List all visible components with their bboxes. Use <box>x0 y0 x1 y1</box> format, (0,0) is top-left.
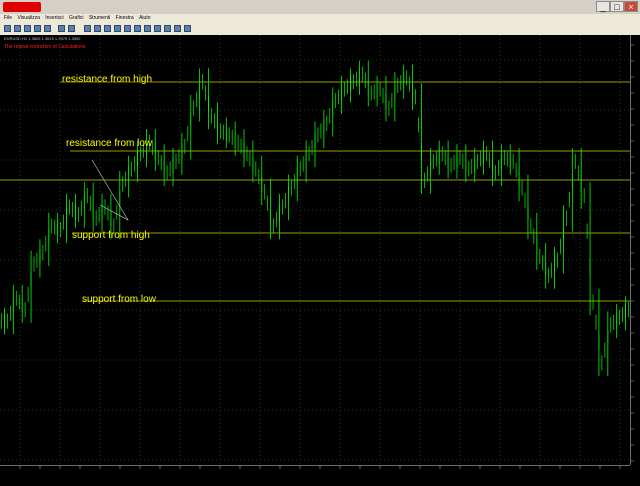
menu-tools[interactable]: Strumenti <box>89 15 110 21</box>
window-titlebar: _ □ × <box>0 0 640 15</box>
chart-shift-icon[interactable] <box>154 25 161 32</box>
candlesticks-icon[interactable] <box>94 25 101 32</box>
time-axis <box>0 465 630 481</box>
menu-help[interactable]: Aiuto <box>139 15 150 21</box>
tile-windows-icon[interactable] <box>134 25 141 32</box>
menu-bar: File Visualizza Inserisci Grafici Strume… <box>0 14 640 22</box>
menu-window[interactable]: Finestra <box>116 15 134 21</box>
price-chart[interactable]: EURUSD,H1 1.3605 1.3619 1.3575 1.3592 Th… <box>0 35 630 465</box>
autoscroll-icon[interactable] <box>144 25 151 32</box>
line-chart-icon[interactable] <box>104 25 111 32</box>
menu-insert[interactable]: Inserisci <box>45 15 63 21</box>
label-support-from-low: support from low <box>82 294 156 305</box>
label-resistance-from-high: resistance from high <box>62 74 153 85</box>
zoom-in-icon[interactable] <box>114 25 121 32</box>
menu-view[interactable]: Visualizza <box>17 15 39 21</box>
menu-file[interactable]: File <box>4 15 12 21</box>
price-axis-ticks <box>631 44 634 462</box>
menu-charts[interactable]: Grafici <box>69 15 83 21</box>
label-support-from-high: support from high <box>72 230 150 241</box>
minimize-button[interactable]: _ <box>596 1 610 12</box>
periods-icon[interactable] <box>174 25 181 32</box>
indicators-icon[interactable] <box>164 25 171 32</box>
new-chart-icon[interactable] <box>4 25 11 32</box>
label-resistance-from-low: resistance from low <box>66 138 153 149</box>
profiles-icon[interactable] <box>14 25 21 32</box>
expert-advisors-icon[interactable] <box>68 25 75 32</box>
new-order-icon[interactable] <box>58 25 65 32</box>
market-watch-icon[interactable] <box>24 25 31 32</box>
bar-chart-icon[interactable] <box>84 25 91 32</box>
toolbar <box>0 22 640 36</box>
templates-icon[interactable] <box>184 25 191 32</box>
time-axis-ticks <box>19 466 621 469</box>
window-title-redacted <box>3 2 41 12</box>
maximize-button[interactable]: □ <box>610 1 624 12</box>
zoom-out-icon[interactable] <box>124 25 131 32</box>
navigator-icon[interactable] <box>34 25 41 32</box>
close-button[interactable]: × <box>624 1 638 12</box>
price-axis <box>630 35 640 465</box>
chart-canvas <box>0 35 630 465</box>
terminal-icon[interactable] <box>44 25 51 32</box>
